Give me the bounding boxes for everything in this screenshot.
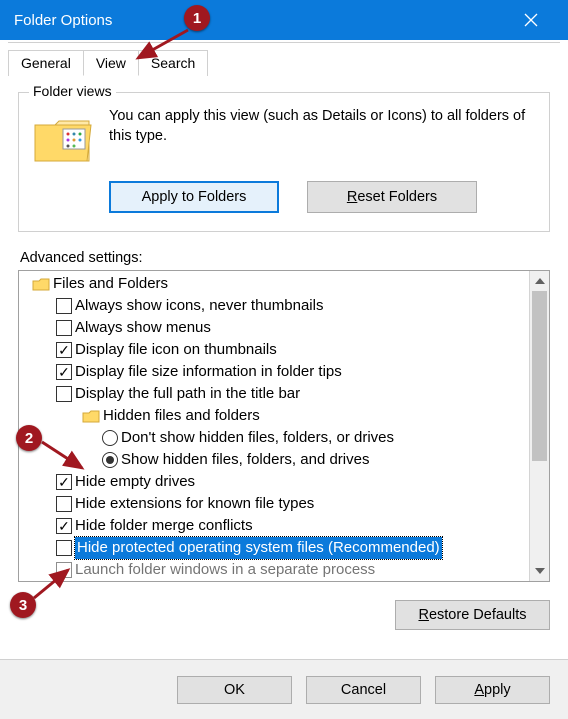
tree-item-hide-protected[interactable]: Hide protected operating system files (R… (23, 537, 529, 559)
scroll-down-button[interactable] (530, 561, 549, 581)
tree-item[interactable]: Always show menus (23, 317, 529, 339)
folder-views-description: You can apply this view (such as Details… (109, 107, 537, 167)
restore-defaults-button[interactable]: Restore Defaults (395, 600, 550, 630)
dialog-button-bar: OK Cancel Apply (0, 659, 568, 719)
tree-item[interactable]: Hide extensions for known file types (23, 493, 529, 515)
tree-root-files-folders: Files and Folders (23, 273, 529, 295)
annotation-badge-2: 2 (16, 425, 42, 451)
tab-search[interactable]: Search (138, 50, 208, 76)
scrollbar[interactable] (529, 271, 549, 581)
tree-group-hidden: Hidden files and folders (23, 405, 529, 427)
folder-views-legend: Folder views (29, 83, 116, 99)
folder-icon (31, 111, 95, 167)
tree-item[interactable]: Display the full path in the title bar (23, 383, 529, 405)
scroll-up-button[interactable] (530, 271, 549, 291)
tree-item[interactable]: Launch folder windows in a separate proc… (23, 559, 529, 581)
annotation-badge-1: 1 (184, 5, 210, 31)
annotation-badge-3: 3 (10, 592, 36, 618)
window-title: Folder Options (14, 12, 112, 29)
titlebar: Folder Options (0, 0, 568, 40)
reset-folders-button[interactable]: Reset Folders (307, 181, 477, 213)
close-button[interactable] (508, 0, 554, 40)
tree-item[interactable]: ✓Hide folder merge conflicts (23, 515, 529, 537)
scroll-track[interactable] (530, 291, 549, 561)
cancel-button[interactable]: Cancel (306, 676, 421, 704)
close-icon (524, 13, 538, 27)
tree-item[interactable]: ✓Display file size information in folder… (23, 361, 529, 383)
advanced-settings-label: Advanced settings: (20, 250, 550, 266)
tree-radio-show-hidden[interactable]: Show hidden files, folders, and drives (23, 449, 529, 471)
ok-button[interactable]: OK (177, 676, 292, 704)
tree-radio-dont-show-hidden[interactable]: Don't show hidden files, folders, or dri… (23, 427, 529, 449)
tab-general[interactable]: General (8, 50, 84, 76)
folder-icon (82, 408, 100, 424)
scroll-thumb[interactable] (532, 291, 547, 461)
tab-view[interactable]: View (83, 50, 139, 76)
tree-item[interactable]: Always show icons, never thumbnails (23, 295, 529, 317)
apply-button[interactable]: Apply (435, 676, 550, 704)
folder-icon (32, 276, 50, 292)
advanced-settings-tree[interactable]: Files and Folders Always show icons, nev… (18, 270, 550, 582)
chevron-up-icon (535, 278, 545, 284)
folder-views-group: Folder views You can apply this view (su… (18, 92, 550, 232)
tree-item[interactable]: ✓Display file icon on thumbnails (23, 339, 529, 361)
tree-item[interactable]: ✓Hide empty drives (23, 471, 529, 493)
chevron-down-icon (535, 568, 545, 574)
tab-strip: General View Search (8, 50, 560, 76)
apply-to-folders-button[interactable]: Apply to Folders (109, 181, 279, 213)
